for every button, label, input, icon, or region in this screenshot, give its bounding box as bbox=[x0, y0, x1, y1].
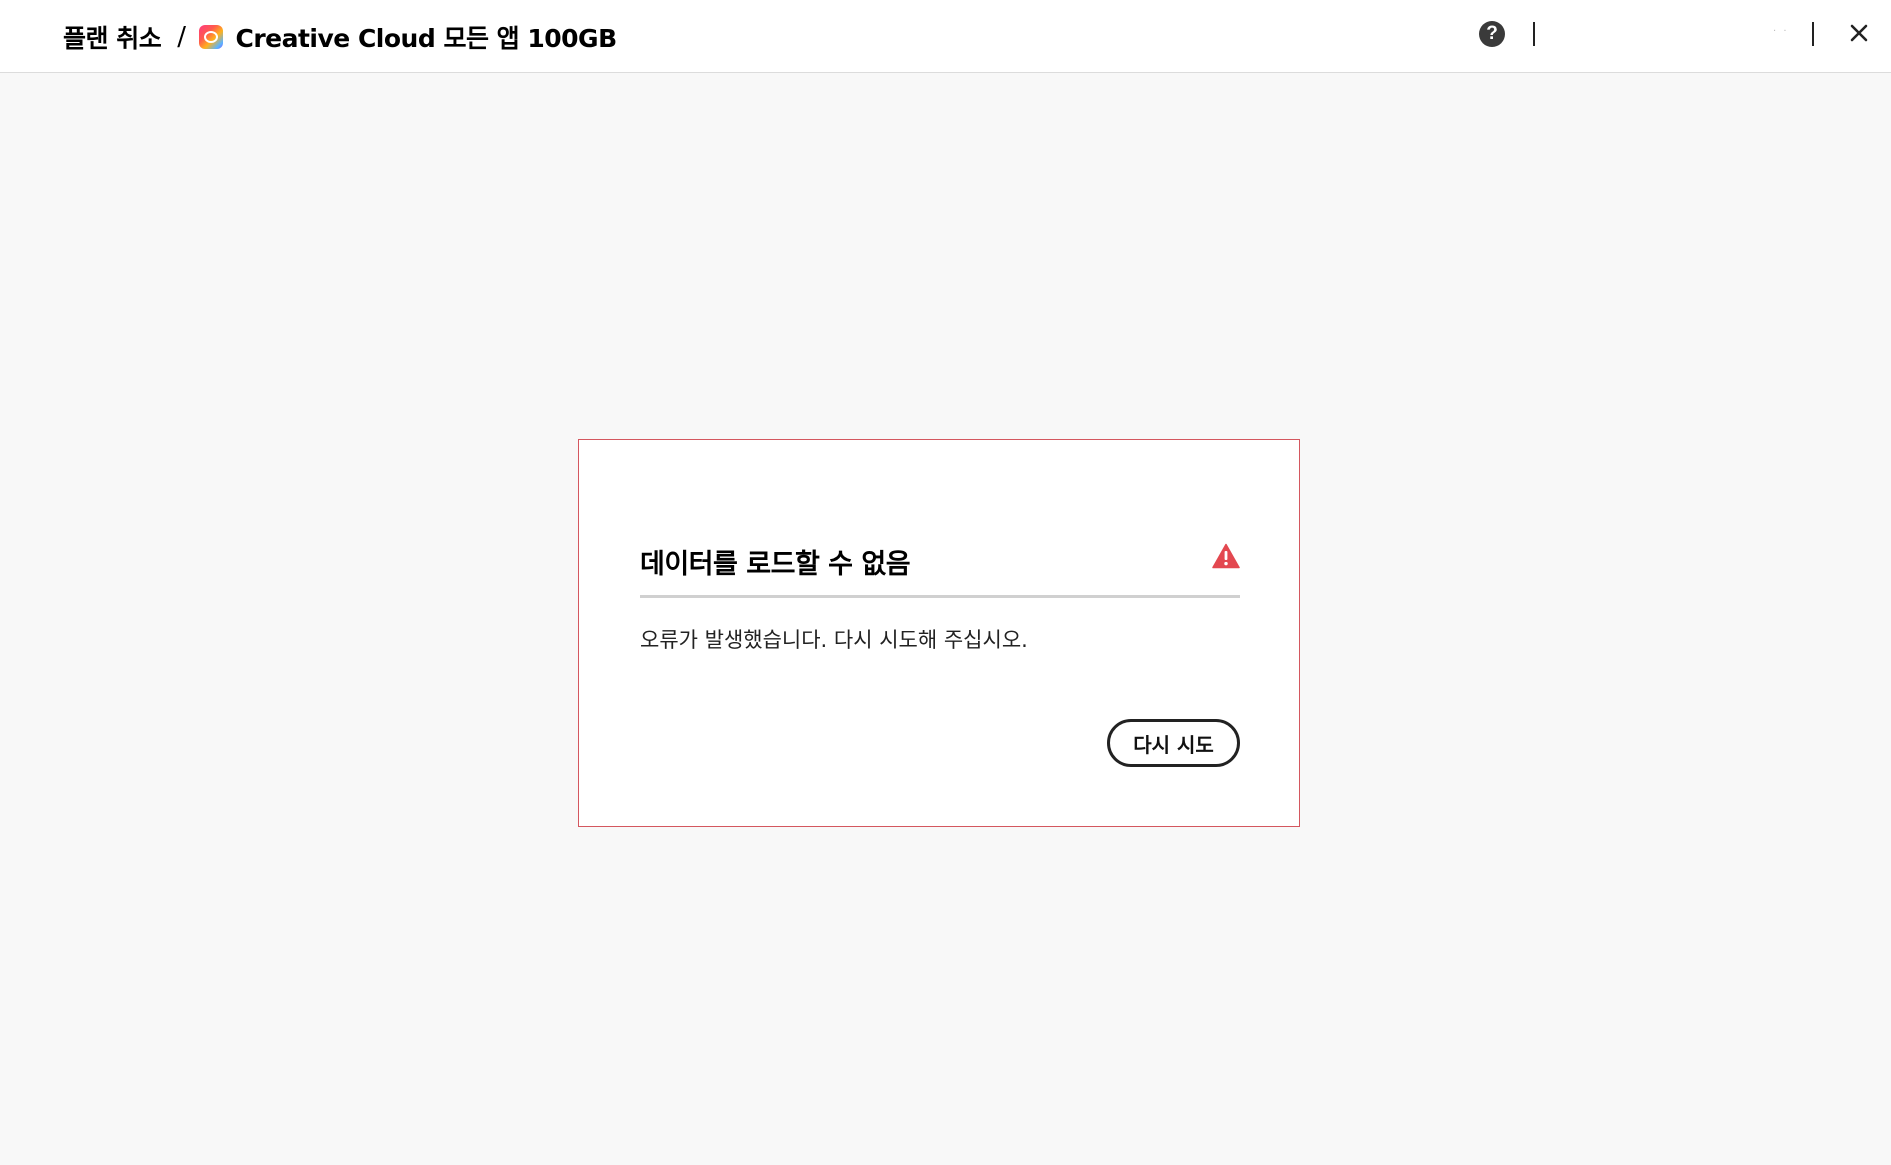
creative-cloud-icon bbox=[199, 24, 224, 49]
close-icon[interactable] bbox=[1844, 18, 1874, 48]
error-title: 데이터를 로드할 수 없음 bbox=[640, 549, 911, 580]
header-divider bbox=[1812, 22, 1814, 46]
error-message: 오류가 발생했습니다. 다시 시도해 주십시오. bbox=[640, 628, 1028, 652]
header-divider bbox=[1533, 22, 1535, 46]
retry-button[interactable]: 다시 시도 bbox=[1107, 719, 1240, 767]
error-card: 데이터를 로드할 수 없음 오류가 발생했습니다. 다시 시도해 주십시오. 다… bbox=[578, 439, 1300, 827]
breadcrumb-cancel-plan[interactable]: 플랜 취소 bbox=[63, 19, 162, 55]
breadcrumb: 플랜 취소 / Creative Cloud 모든 앱 100GB bbox=[63, 0, 617, 73]
warning-triangle-icon bbox=[1212, 543, 1240, 569]
top-bar: 플랜 취소 / Creative Cloud 모든 앱 100GB ? · · bbox=[0, 0, 1891, 73]
account-placeholder: · · bbox=[1773, 26, 1789, 37]
breadcrumb-separator: / bbox=[177, 21, 186, 52]
help-icon[interactable]: ? bbox=[1479, 21, 1505, 47]
product-name: Creative Cloud 모든 앱 100GB bbox=[235, 23, 617, 53]
title-divider bbox=[640, 595, 1240, 598]
